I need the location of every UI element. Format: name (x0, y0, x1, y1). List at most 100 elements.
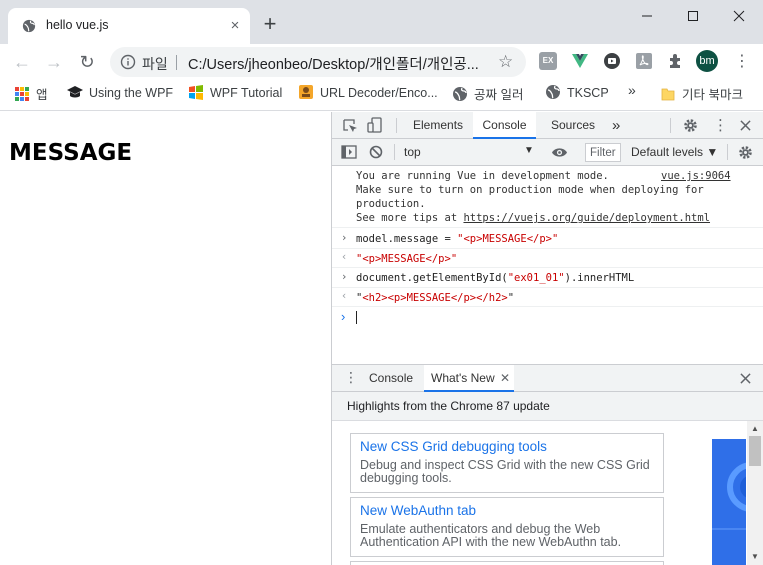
close-window-button[interactable] (716, 4, 762, 26)
context-label: top (404, 145, 421, 159)
tab-console[interactable]: Console (473, 112, 536, 139)
gear-icon[interactable] (683, 118, 698, 133)
close-tab-icon[interactable]: ✕ (500, 365, 510, 392)
console-input-line: › model.message = "<p>MESSAGE</p>" (332, 229, 763, 249)
more-tabs-button[interactable]: » (612, 112, 620, 139)
profile-avatar[interactable]: bm (696, 50, 718, 72)
back-button[interactable]: ← (10, 50, 34, 74)
close-drawer-icon[interactable] (740, 373, 751, 384)
source-link[interactable]: vue.js:9064 (661, 170, 731, 182)
bookmark-wpf-tutorial[interactable]: WPF Tutorial (188, 84, 282, 104)
folder-icon (661, 88, 675, 101)
devtools-tabbar: Elements Console Sources » ⋮ (332, 112, 763, 139)
bookmark-star-icon[interactable]: ☆ (498, 52, 513, 72)
close-icon (733, 10, 745, 22)
kebab-menu-icon[interactable]: ⋮ (713, 116, 728, 134)
quote: " (507, 292, 515, 304)
filter-input[interactable]: Filter (585, 143, 621, 162)
maximize-icon (688, 11, 698, 21)
tab-sources[interactable]: Sources (551, 112, 595, 139)
whats-new-card[interactable]: New WebAuthn tab Emulate authenticators … (350, 497, 664, 557)
eye-icon[interactable] (551, 147, 568, 158)
clear-console-icon[interactable] (369, 145, 383, 159)
tab-title: hello vue.js (46, 18, 109, 32)
deployment-link[interactable]: https://vuejs.org/guide/deployment.html (463, 212, 710, 224)
dropdown-arrow-icon: ▼ (524, 145, 534, 156)
browser-tab[interactable]: hello vue.js × (8, 8, 250, 44)
string-literal: "<p>MESSAGE</p>" (457, 233, 559, 245)
pdf-extension-icon[interactable] (635, 52, 653, 70)
drawer-tab-console[interactable]: Console (369, 365, 413, 392)
scroll-down-icon[interactable]: ▼ (751, 552, 759, 561)
card-description: Debug and inspect CSS Grid with the new … (360, 458, 650, 485)
scroll-up-icon[interactable]: ▲ (751, 424, 759, 433)
bookmark-other[interactable]: 기타 북마크 (660, 84, 743, 104)
console-text: production. (356, 198, 426, 210)
minimize-button[interactable] (624, 4, 670, 26)
whats-new-title: Highlights from the Chrome 87 update (347, 399, 550, 413)
devtools-panel: Elements Console Sources » ⋮ top ▼ Filte… (331, 112, 763, 565)
new-tab-button[interactable]: + (258, 12, 282, 36)
apps-grid-icon (15, 87, 29, 101)
bookmark-using-wpf[interactable]: Using the WPF (67, 84, 173, 104)
divider (176, 55, 177, 70)
url-text[interactable]: C:/Users/jheonbeo/Desktop/개인폴더/개인공... (188, 53, 479, 74)
bookmark-apps[interactable]: 앱 (14, 84, 48, 104)
close-icon[interactable] (740, 120, 751, 131)
device-toolbar-icon[interactable] (367, 117, 383, 134)
scrollbar-thumb[interactable] (749, 436, 761, 466)
bookmark-free-illust[interactable]: 공짜 일러 (452, 84, 523, 104)
vue-devtools-icon[interactable] (571, 52, 589, 70)
drawer-scrollbar[interactable]: ▲ ▼ (747, 421, 763, 565)
forward-button[interactable]: → (42, 50, 66, 74)
card-title[interactable]: New CSS Grid debugging tools (360, 439, 547, 454)
console-text: See more tips at https://vuejs.org/guide… (356, 212, 710, 224)
address-bar[interactable]: 파일 C:/Users/jheonbeo/Desktop/개인폴더/개인공...… (110, 47, 526, 77)
console-result-line: ‹ "<p>MESSAGE</p>" (332, 249, 763, 268)
command-text: document.getElementById( (356, 272, 508, 284)
input-chevron-icon: › (341, 232, 348, 244)
drawer-tab-whats-new[interactable]: What's New ✕ (424, 365, 514, 392)
extensions-puzzle-icon[interactable] (667, 52, 685, 70)
console-result-line: ‹ "<h2><p>MESSAGE</p></h2>" (332, 288, 763, 307)
chrome-update-thumbnail[interactable] (712, 439, 746, 565)
console-settings-gear-icon[interactable] (738, 145, 753, 160)
menu-kebab-icon[interactable]: ⋮ (734, 52, 750, 72)
reload-button[interactable]: ↻ (75, 50, 99, 74)
whats-new-card[interactable]: New CSS Grid debugging tools Debug and i… (350, 433, 664, 493)
bookmark-label: 공짜 일러 (474, 88, 524, 102)
graduation-cap-icon (67, 86, 83, 98)
card-title[interactable]: New WebAuthn tab (360, 503, 476, 518)
sidebar-toggle-icon[interactable] (341, 145, 357, 159)
bookmark-tkscp[interactable]: TKSCP (545, 84, 609, 104)
console-text: You are running Vue in development mode. (356, 170, 609, 182)
prompt-chevron-icon: › (341, 309, 346, 324)
page-viewport: MESSAGE (0, 112, 331, 565)
log-levels-dropdown[interactable]: Default levels ▼ (631, 145, 718, 159)
youtube-extension-icon[interactable] (603, 52, 621, 70)
divider (394, 144, 395, 160)
globe-icon (453, 87, 467, 101)
console-message-vue: You are running Vue in development mode.… (332, 167, 763, 228)
drawer-tab-label: What's New (431, 371, 495, 385)
divider (727, 144, 728, 160)
tab-elements[interactable]: Elements (413, 112, 463, 139)
console-toolbar: top ▼ Filter Default levels ▼ (332, 139, 763, 166)
close-tab-icon[interactable]: × (226, 17, 244, 35)
minimize-icon (642, 15, 652, 17)
bookmarks-overflow-button[interactable]: » (628, 82, 636, 102)
info-icon[interactable] (120, 54, 136, 70)
bookmark-url-decoder[interactable]: URL Decoder/Enco... (298, 84, 438, 104)
console-prompt[interactable]: › (332, 307, 763, 327)
context-selector[interactable]: top ▼ (398, 142, 537, 162)
result-value: "<h2><p>MESSAGE</p></h2>" (356, 292, 514, 304)
text-cursor (356, 311, 357, 324)
filter-placeholder: Filter (590, 147, 616, 159)
drawer-menu-icon[interactable]: ⋮ (344, 369, 358, 386)
extension-ex-icon[interactable]: EX (539, 52, 557, 70)
bookmark-label: Using the WPF (89, 86, 174, 100)
inspect-element-icon[interactable] (342, 118, 358, 134)
maximize-button[interactable] (670, 4, 716, 26)
console-command: model.message = "<p>MESSAGE</p>" (356, 233, 558, 245)
console-text-prefix: See more tips at (356, 212, 464, 224)
